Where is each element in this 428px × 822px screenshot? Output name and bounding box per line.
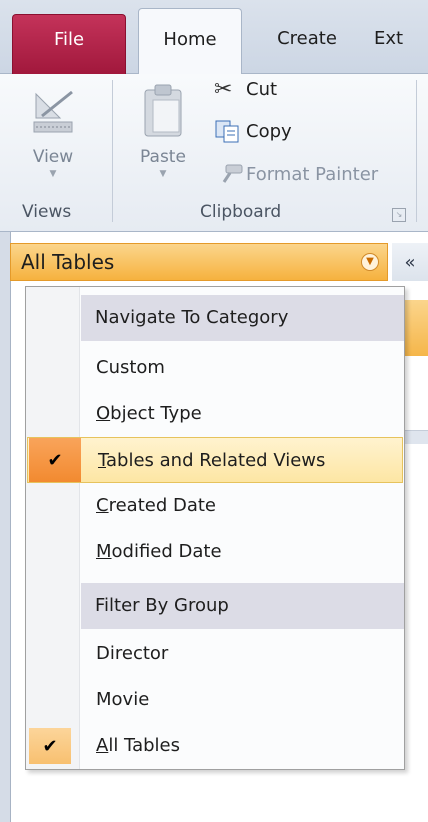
menu-item-object-type[interactable]: Object Type [26,391,404,437]
menu-item-movie[interactable]: Movie [26,677,404,723]
chevron-down-icon: ▼ [159,169,167,179]
copy-icon [215,120,239,143]
views-group-label: Views [22,202,72,222]
menu-item-modified-date[interactable]: Modified Date [26,529,404,575]
menu-item-label: Filter By Group [95,595,229,616]
label-text: Movie [96,689,150,710]
menu-item-label: Tables and Related Views [98,438,325,484]
access-key-letter: A [96,735,109,756]
menu-item-label: Navigate To Category [95,307,289,328]
menu-item-label: Created Date [96,483,216,529]
menu-header-navigate-to-category: Navigate To Category [81,295,404,341]
cut-button[interactable]: ✂ Cut [214,73,277,105]
cut-label: Cut [246,78,278,100]
nav-category-menu: Navigate To Category Custom Object Type ✔ Ta… [25,286,405,770]
tab-external-data[interactable]: Ext [364,8,428,74]
copy-button[interactable]: Copy [214,115,292,147]
menu-header-filter-by-group: Filter By Group [81,583,404,629]
ribbon-tab-bar: File Home Create Ext [0,0,428,75]
checkmark-icon: ✔ [29,728,71,764]
access-key-letter: T [98,450,107,471]
checkmark-icon: ✔ [29,438,81,482]
menu-item-all-tables[interactable]: ✔ All Tables [26,723,404,769]
format-painter-icon [222,164,243,183]
access-key-letter: C [96,495,109,516]
menu-item-label: All Tables [96,723,180,769]
tab-create[interactable]: Create [262,8,352,74]
label-text: bject Type [110,403,202,424]
format-painter-label: Format Painter [246,163,379,185]
copy-label: Copy [246,120,292,142]
group-divider [112,80,113,222]
menu-item-created-date[interactable]: Created Date [26,483,404,529]
chevron-down-icon[interactable]: ▼ [361,253,379,271]
menu-item-label: Custom [96,345,165,391]
paste-label: Paste [140,147,186,167]
label-text: ll Tables [108,735,180,756]
nav-pane-header[interactable]: All Tables ▼ [10,243,388,281]
label-text: odified Date [111,541,222,562]
dialog-launcher-icon[interactable]: ↘ [392,208,406,222]
double-chevron-left-icon: « [404,251,416,273]
paste-icon [144,84,182,137]
label-text: Director [96,643,169,664]
clipboard-group-label: Clipboard [200,202,282,222]
tab-home[interactable]: Home [138,8,242,75]
menu-item-label: Object Type [96,391,202,437]
format-painter-button[interactable]: Format Painter [214,158,378,190]
label-text: ables and Related Views [106,450,326,471]
view-label: View [32,147,74,167]
collapse-pane-button[interactable]: « [392,243,428,281]
tab-file[interactable]: File [12,14,126,74]
menu-item-tables-and-related-views[interactable]: ✔ Tables and Related Views [27,437,403,483]
label-text: reated Date [108,495,216,516]
chevron-down-icon: ▼ [49,169,57,179]
access-key-letter: M [96,541,112,562]
label-text: Custom [96,357,165,378]
menu-item-label: Director [96,631,168,677]
view-button[interactable]: View ▼ [14,88,92,179]
scissors-icon: ✂ [214,76,233,102]
menu-item-director[interactable]: Director [26,631,404,677]
ribbon-panel: View ▼ Views Paste ▼ ✂ Cut Copy Format P… [0,74,428,232]
access-key-letter: O [96,403,111,424]
menu-item-custom[interactable]: Custom [26,345,404,391]
menu-item-label: Movie [96,677,149,723]
group-divider [416,80,417,222]
view-icon [33,90,73,133]
paste-button[interactable]: Paste ▼ [128,82,198,179]
nav-pane-title: All Tables [21,250,115,274]
menu-item-label: Modified Date [96,529,222,575]
